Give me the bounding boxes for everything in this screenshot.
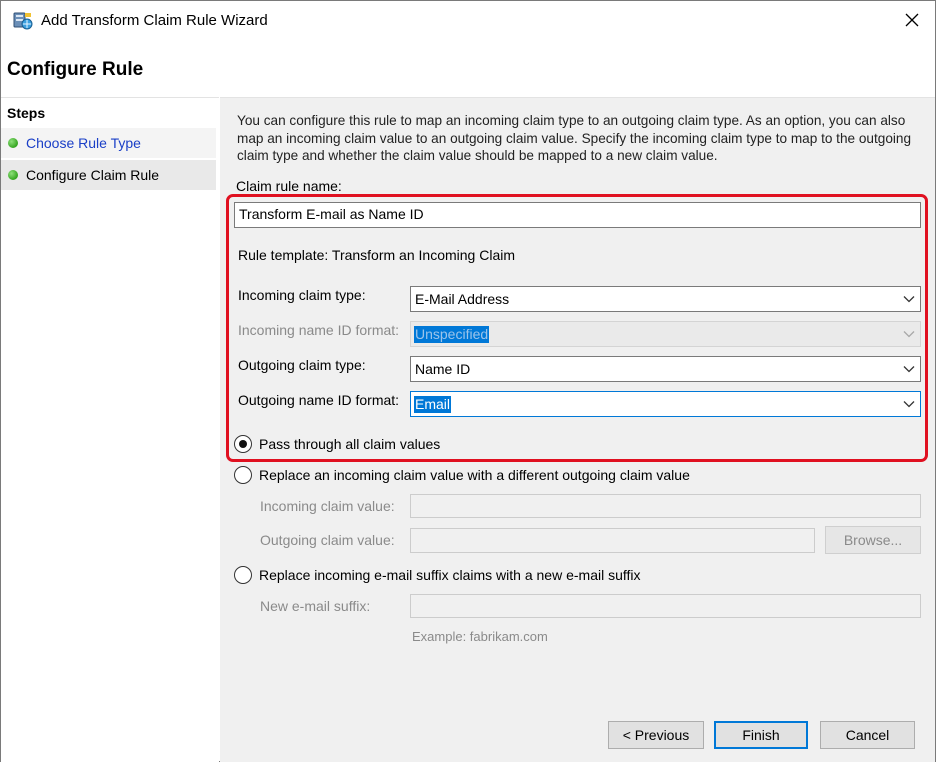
outgoing-name-id-format-label: Outgoing name ID format:: [238, 392, 400, 408]
incoming-claim-value-label: Incoming claim value:: [260, 498, 395, 514]
incoming-name-id-format-select: Unspecified: [410, 321, 921, 347]
new-suffix-label: New e-mail suffix:: [260, 598, 371, 614]
claim-rule-name-input[interactable]: Transform E-mail as Name ID: [234, 202, 921, 228]
chevron-down-icon: [903, 331, 915, 338]
cancel-button[interactable]: Cancel: [820, 721, 915, 749]
outgoing-claim-value-label: Outgoing claim value:: [260, 532, 395, 548]
chevron-down-icon: [903, 366, 915, 373]
rule-template-text: Rule template: Transform an Incoming Cla…: [238, 247, 515, 263]
previous-button[interactable]: < Previous: [608, 721, 704, 749]
close-button[interactable]: [889, 1, 935, 39]
incoming-claim-type-value: E-Mail Address: [415, 291, 510, 307]
outgoing-name-id-format-select[interactable]: Email: [410, 391, 921, 417]
wizard-server-icon: [13, 12, 33, 30]
page-title: Configure Rule: [7, 59, 144, 80]
chevron-down-icon: [903, 296, 915, 303]
outgoing-claim-type-select[interactable]: Name ID: [410, 356, 921, 382]
browse-button: Browse...: [825, 526, 921, 554]
outgoing-claim-type-value: Name ID: [415, 361, 471, 377]
steps-heading: Steps: [7, 105, 46, 121]
outgoing-name-id-format-value: Email: [414, 396, 452, 413]
chevron-down-icon: [903, 401, 915, 408]
incoming-claim-value-input: [410, 494, 921, 518]
green-dot-icon: [8, 170, 18, 180]
window-title: Add Transform Claim Rule Wizard: [41, 12, 268, 29]
wizard-window: Add Transform Claim Rule Wizard Configur…: [0, 0, 936, 762]
example-text: Example: fabrikam.com: [412, 629, 548, 644]
incoming-claim-type-select[interactable]: E-Mail Address: [410, 286, 921, 312]
content-pane: You can configure this rule to map an in…: [220, 97, 935, 762]
replace-suffix-radio[interactable]: [234, 566, 252, 584]
replace-suffix-label[interactable]: Replace incoming e-mail suffix claims wi…: [259, 567, 641, 583]
step-label: Choose Rule Type: [26, 135, 141, 151]
title-bar[interactable]: Add Transform Claim Rule Wizard: [1, 1, 935, 41]
pass-through-radio[interactable]: [234, 435, 252, 453]
steps-pane: Steps Choose Rule Type Configure Claim R…: [1, 97, 219, 762]
wizard-header: Configure Rule: [1, 41, 935, 97]
green-dot-icon: [8, 138, 18, 148]
new-suffix-input: [410, 594, 921, 618]
finish-button[interactable]: Finish: [714, 721, 808, 749]
incoming-claim-type-label: Incoming claim type:: [238, 287, 366, 303]
close-icon: [905, 13, 919, 27]
replace-value-radio[interactable]: [234, 466, 252, 484]
incoming-name-id-format-label: Incoming name ID format:: [238, 322, 400, 338]
outgoing-claim-type-label: Outgoing claim type:: [238, 357, 366, 373]
outgoing-claim-value-input: [410, 528, 815, 553]
claim-rule-name-label: Claim rule name:: [236, 178, 342, 194]
incoming-name-id-format-value: Unspecified: [414, 326, 490, 343]
step-label: Configure Claim Rule: [26, 167, 160, 183]
replace-value-label[interactable]: Replace an incoming claim value with a d…: [259, 467, 690, 483]
description-text: You can configure this rule to map an in…: [237, 113, 912, 163]
step-choose-rule-type[interactable]: Choose Rule Type: [1, 128, 216, 158]
pass-through-label[interactable]: Pass through all claim values: [259, 436, 440, 452]
step-configure-claim-rule[interactable]: Configure Claim Rule: [1, 160, 216, 190]
